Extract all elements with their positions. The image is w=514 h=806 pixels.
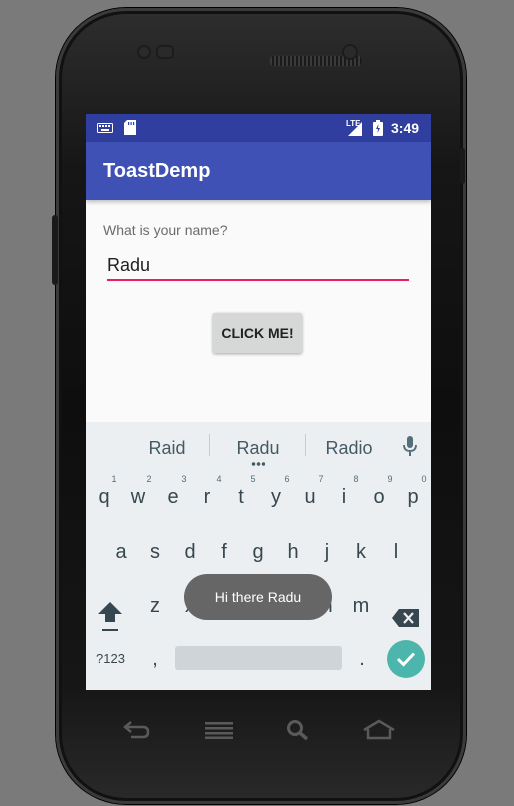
key-hint: 8 (353, 474, 359, 484)
volume-button[interactable] (52, 215, 58, 285)
key-hint: 4 (216, 474, 222, 484)
shift-icon[interactable] (96, 600, 124, 638)
more-suggestions-icon[interactable] (251, 462, 265, 466)
key-hint: 9 (387, 474, 393, 484)
suggestion-raid[interactable]: Raid (122, 438, 212, 459)
key-t[interactable]: t (227, 486, 255, 509)
key-d[interactable]: d (176, 541, 204, 564)
app-bar: ToastDemp (86, 142, 431, 200)
suggestion-divider (209, 434, 210, 456)
suggestion-radio[interactable]: Radio (304, 438, 394, 459)
comma-key[interactable]: , (141, 648, 169, 671)
key-a[interactable]: a (107, 541, 135, 564)
home-icon[interactable] (362, 719, 396, 741)
battery-icon (373, 120, 383, 136)
key-hint: 3 (181, 474, 187, 484)
front-camera-icon (137, 45, 151, 59)
key-l[interactable]: l (382, 541, 410, 564)
keyboard-icon (97, 123, 113, 133)
key-p[interactable]: p (399, 486, 427, 509)
symbols-key[interactable]: ?123 (96, 651, 125, 666)
suggestion-radu[interactable]: Radu (213, 438, 303, 459)
soft-keyboard: Raid Radu Radio 1 2 3 4 5 6 7 8 9 0 q w … (86, 422, 431, 690)
period-key[interactable]: . (348, 648, 376, 671)
click-me-button[interactable]: CLICK ME! (213, 313, 302, 353)
status-bar: LTE 3:49 (86, 114, 431, 142)
key-m[interactable]: m (347, 595, 375, 618)
key-hint: 0 (421, 474, 427, 484)
sensor-icon (156, 45, 174, 59)
key-e[interactable]: e (159, 486, 187, 509)
spacebar[interactable] (175, 646, 342, 670)
back-icon[interactable] (123, 720, 151, 740)
checkmark-icon (396, 652, 416, 667)
name-prompt-label: What is your name? (103, 222, 228, 238)
name-input-underline (107, 279, 409, 281)
microphone-icon[interactable] (403, 436, 417, 458)
proximity-sensor-icon (342, 44, 358, 60)
key-g[interactable]: g (244, 541, 272, 564)
key-j[interactable]: j (313, 541, 341, 564)
key-hint: 1 (111, 474, 117, 484)
key-hint: 2 (146, 474, 152, 484)
search-icon[interactable] (286, 719, 310, 741)
key-hint: 5 (250, 474, 256, 484)
key-y[interactable]: y (262, 486, 290, 509)
app-title: ToastDemp (103, 160, 211, 182)
key-o[interactable]: o (365, 486, 393, 509)
key-u[interactable]: u (296, 486, 324, 509)
device-screen: LTE 3:49 ToastDemp What is your name? Ra… (86, 114, 431, 690)
key-h[interactable]: h (279, 541, 307, 564)
key-hint: 7 (318, 474, 324, 484)
power-button[interactable] (460, 148, 465, 184)
key-z[interactable]: z (141, 595, 169, 618)
key-q[interactable]: q (90, 486, 118, 509)
menu-icon[interactable] (205, 721, 233, 739)
backspace-icon[interactable] (391, 608, 421, 628)
key-k[interactable]: k (347, 541, 375, 564)
name-input[interactable]: Radu (107, 255, 150, 276)
key-s[interactable]: s (141, 541, 169, 564)
key-hint: 6 (284, 474, 290, 484)
enter-key[interactable] (387, 640, 425, 678)
lte-signal-icon (348, 122, 362, 136)
key-f[interactable]: f (210, 541, 238, 564)
key-w[interactable]: w (124, 486, 152, 509)
key-i[interactable]: i (330, 486, 358, 509)
key-r[interactable]: r (193, 486, 221, 509)
toast-message: Hi there Radu (184, 574, 332, 620)
status-time: 3:49 (391, 120, 420, 136)
sd-card-icon (124, 120, 136, 135)
